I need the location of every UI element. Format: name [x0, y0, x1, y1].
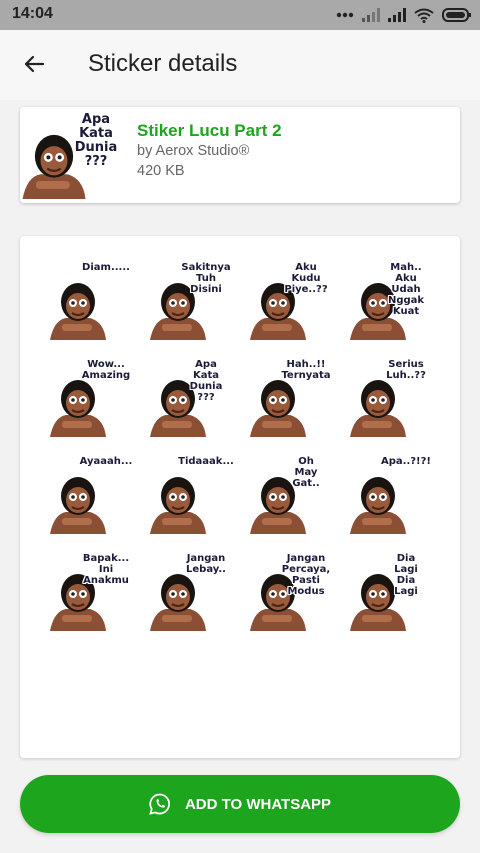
sticker-grid: Diam..... Sakitnya Tuh Disini Aku Kudu P… — [40, 256, 440, 644]
add-to-whatsapp-button[interactable]: ADD TO WHATSAPP — [20, 775, 460, 833]
sticker-item[interactable]: Hah..!! Ternyata — [240, 353, 340, 450]
sticker-item[interactable]: Sakitnya Tuh Disini — [140, 256, 240, 353]
pack-publisher: by Aerox Studio® — [137, 143, 250, 159]
sticker-item[interactable]: Bapak... Ini Anakmu — [40, 547, 140, 644]
sticker-image — [50, 283, 106, 340]
sticker-item[interactable]: Apa..?!?! — [340, 450, 440, 547]
sticker-image — [150, 477, 206, 534]
sticker-grid-card: Diam..... Sakitnya Tuh Disini Aku Kudu P… — [20, 236, 460, 758]
sticker-image — [350, 477, 406, 534]
sticker-caption: Mah.. Aku Udah Nggak Kuat — [387, 262, 425, 317]
wifi-icon — [414, 8, 434, 23]
sticker-item[interactable]: Aku Kudu Piye..?? — [240, 256, 340, 353]
sticker-image — [250, 380, 306, 437]
sticker-item[interactable]: Serius Luh..?? — [340, 353, 440, 450]
sticker-caption: Serius Luh..?? — [386, 359, 426, 381]
arrow-left-icon — [24, 55, 45, 73]
sticker-item[interactable]: Mah.. Aku Udah Nggak Kuat — [340, 256, 440, 353]
sticker-caption: Jangan Percaya, Pasti Modus — [281, 553, 331, 597]
sticker-item[interactable]: Diam..... — [40, 256, 140, 353]
sticker-image — [150, 574, 206, 631]
sticker-image — [350, 380, 406, 437]
sticker-caption: Tidaaak... — [178, 456, 234, 467]
sticker-caption: Jangan Lebay.. — [186, 553, 226, 575]
sticker-image — [50, 477, 106, 534]
sticker-caption: Aku Kudu Piye..?? — [284, 262, 328, 295]
sticker-caption: Ayaaah... — [79, 456, 133, 467]
add-button-label: ADD TO WHATSAPP — [184, 795, 332, 813]
back-button[interactable] — [14, 44, 54, 84]
signal-icon — [362, 8, 380, 22]
sticker-item[interactable]: Apa Kata Dunia ??? — [140, 353, 240, 450]
sticker-caption: Wow... Amazing — [81, 359, 131, 381]
pack-size: 420 KB — [137, 163, 185, 179]
battery-icon — [442, 8, 471, 22]
status-time: 14:04 — [12, 5, 53, 22]
sticker-caption: Apa..?!?! — [381, 456, 431, 467]
pack-info-card: Apa Kata Dunia ??? Stiker Lucu Part 2 by… — [20, 107, 460, 203]
more-dots-icon — [336, 12, 354, 18]
sticker-item[interactable]: Oh May Gat.. — [240, 450, 340, 547]
sticker-image — [50, 380, 106, 437]
sticker-caption: Bapak... Ini Anakmu — [82, 553, 130, 586]
pack-name: Stiker Lucu Part 2 — [137, 121, 282, 140]
sticker-item[interactable]: Jangan Lebay.. — [140, 547, 240, 644]
sticker-caption: Diam..... — [82, 262, 130, 273]
sticker-item[interactable]: Tidaaak... — [140, 450, 240, 547]
sticker-item[interactable]: Jangan Percaya, Pasti Modus — [240, 547, 340, 644]
sticker-caption: Dia Lagi Dia Lagi — [394, 553, 418, 597]
status-icons — [336, 6, 472, 24]
sticker-caption: Apa Kata Dunia ??? — [189, 359, 223, 403]
sticker-item[interactable]: Wow... Amazing — [40, 353, 140, 450]
signal-icon — [388, 8, 406, 22]
sticker-caption: Hah..!! Ternyata — [281, 359, 331, 381]
page-title: Sticker details — [88, 50, 238, 77]
whatsapp-icon — [149, 793, 170, 815]
app-bar: Sticker details — [0, 30, 480, 100]
sticker-caption: Sakitnya Tuh Disini — [181, 262, 231, 295]
sticker-caption: Oh May Gat.. — [292, 456, 320, 489]
status-bar: 14:04 — [0, 0, 480, 30]
sticker-item[interactable]: Ayaaah... — [40, 450, 140, 547]
pack-thumbnail: Apa Kata Dunia ??? — [22, 109, 122, 206]
sticker-item[interactable]: Dia Lagi Dia Lagi — [340, 547, 440, 644]
pack-thumbnail-caption: Apa Kata Dunia ??? — [74, 112, 118, 169]
